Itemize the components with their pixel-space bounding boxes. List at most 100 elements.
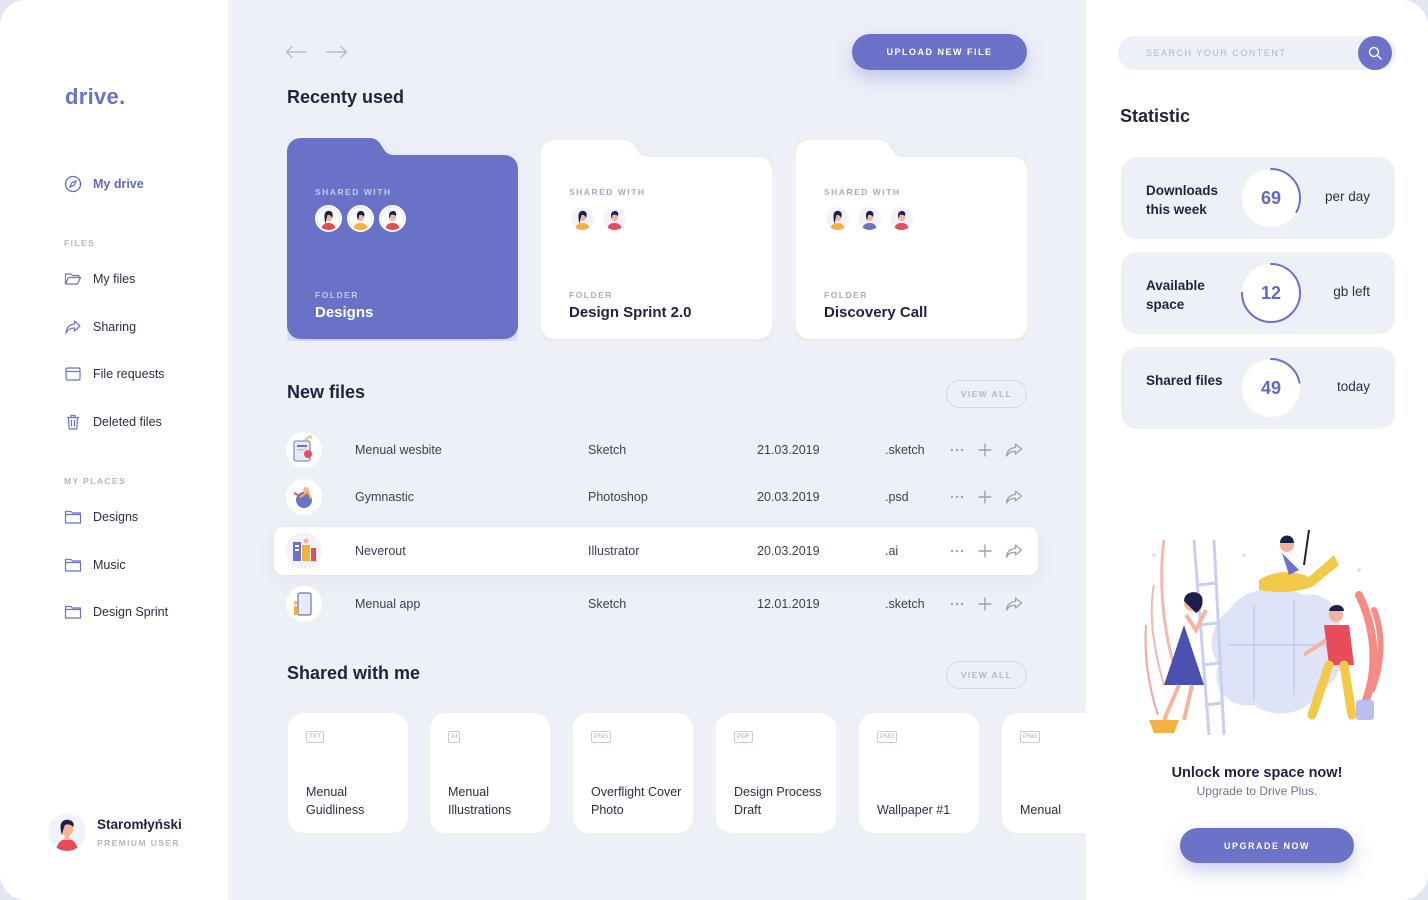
share-icon[interactable] bbox=[1004, 487, 1024, 507]
sidebar-item-sharing[interactable]: Sharing bbox=[64, 316, 136, 338]
file-name: Neverout bbox=[355, 544, 406, 558]
user-profile[interactable]: Staromłyński PREMIUM USER bbox=[48, 813, 182, 851]
search-button[interactable] bbox=[1358, 36, 1392, 70]
shared-file-card[interactable]: AI Menual Illustrations bbox=[430, 713, 550, 833]
share-icon[interactable] bbox=[1004, 541, 1024, 561]
add-icon[interactable] bbox=[975, 487, 995, 507]
shared-file-card[interactable]: TXT Menual Guidliness bbox=[288, 713, 408, 833]
file-type-badge: TXT bbox=[306, 731, 325, 743]
folder-card-designs[interactable]: SHARED WITH FOLDER Designs bbox=[287, 138, 518, 341]
folder-name: Discovery Call bbox=[824, 304, 928, 321]
file-thumbnail bbox=[286, 533, 322, 569]
sidebar-item-label: File requests bbox=[93, 367, 165, 381]
file-name: Gymnastic bbox=[355, 490, 415, 504]
stat-label: Downloads this week bbox=[1146, 183, 1219, 217]
shared-avatars bbox=[315, 205, 411, 232]
search-input[interactable] bbox=[1118, 36, 1396, 70]
file-date: 12.01.2019 bbox=[757, 597, 820, 611]
search-icon bbox=[1368, 46, 1382, 60]
trash-icon bbox=[64, 413, 82, 431]
sidebar-item-file-requests[interactable]: File requests bbox=[64, 363, 165, 385]
more-options-icon[interactable] bbox=[947, 487, 967, 507]
shared-file-title: Menual Guidliness bbox=[306, 785, 365, 817]
upgrade-now-button[interactable]: UPGRADE NOW bbox=[1180, 828, 1354, 863]
sidebar-item-design-sprint[interactable]: Design Sprint bbox=[64, 601, 168, 623]
logo[interactable]: drive. bbox=[65, 84, 126, 110]
places-section-heading: MY PLACES bbox=[64, 476, 127, 486]
shared-file-title: Design Process Draft bbox=[734, 785, 822, 817]
sidebar-item-deleted-files[interactable]: Deleted files bbox=[64, 411, 162, 433]
shared-avatars bbox=[569, 205, 633, 232]
shared-file-card[interactable]: PNG Menual bbox=[1002, 713, 1086, 833]
promo-title: Unlock more space now! bbox=[1171, 765, 1343, 781]
avatar bbox=[347, 205, 374, 232]
table-row[interactable]: Menual app Sketch 12.01.2019 .sketch bbox=[274, 580, 1038, 628]
forward-button[interactable] bbox=[325, 40, 349, 64]
compass-icon bbox=[64, 175, 82, 193]
folder-open-icon bbox=[64, 270, 82, 288]
file-extension: .ai bbox=[885, 544, 899, 558]
shared-file-card[interactable]: PNG Wallpaper #1 bbox=[859, 713, 979, 833]
stat-card-downloads: Downloads this week 69 per day bbox=[1121, 157, 1395, 239]
sidebar-item-designs[interactable]: Designs bbox=[64, 506, 138, 528]
folder-icon bbox=[64, 603, 82, 621]
puzzle-team-illustration bbox=[1144, 529, 1384, 736]
arrow-right-icon bbox=[326, 45, 348, 59]
file-app: Illustrator bbox=[588, 544, 640, 558]
stat-value: 69 bbox=[1260, 187, 1282, 208]
sidebar-item-label: Designs bbox=[93, 510, 139, 524]
sidebar-item-my-drive[interactable]: My drive bbox=[64, 173, 144, 195]
file-app: Sketch bbox=[588, 597, 627, 611]
share-icon[interactable] bbox=[1004, 594, 1024, 614]
add-icon[interactable] bbox=[975, 594, 995, 614]
arrow-left-icon bbox=[285, 45, 307, 59]
folder-name: Designs bbox=[315, 304, 374, 321]
folder-name: Design Sprint 2.0 bbox=[569, 304, 692, 321]
file-type-badge: PNG bbox=[877, 731, 898, 743]
tray-icon bbox=[64, 365, 82, 383]
sidebar: drive. My drive FILES My files Sharing F… bbox=[0, 0, 228, 900]
app-window: drive. My drive FILES My files Sharing F… bbox=[0, 0, 1428, 900]
stat-card-space: Available space 12 gb left bbox=[1121, 252, 1395, 334]
file-extension: .sketch bbox=[885, 597, 925, 611]
stat-unit: today bbox=[1336, 379, 1370, 394]
promo-subtitle: Upgrade to Drive Plus. bbox=[1196, 784, 1318, 798]
right-panel: Statistic Downloads this week 69 per day… bbox=[1086, 0, 1428, 900]
user-name: Staromłyński bbox=[97, 816, 182, 832]
sidebar-item-music[interactable]: Music bbox=[64, 554, 126, 576]
shared-file-card[interactable]: PDF Design Process Draft bbox=[716, 713, 836, 833]
table-row[interactable]: Gymnastic Photoshop 20.03.2019 .psd bbox=[274, 473, 1038, 521]
shared-with-label: SHARED WITH bbox=[824, 187, 901, 197]
table-row[interactable]: Neverout Illustrator 20.03.2019 .ai bbox=[274, 527, 1038, 575]
sidebar-item-label: Music bbox=[93, 558, 126, 572]
file-extension: .sketch bbox=[885, 443, 925, 457]
view-all-shared-button[interactable]: VIEW ALL bbox=[946, 661, 1027, 689]
add-icon[interactable] bbox=[975, 440, 995, 460]
avatar bbox=[379, 205, 406, 232]
back-button[interactable] bbox=[284, 40, 308, 64]
shared-with-label: SHARED WITH bbox=[569, 187, 646, 197]
folder-card-discovery-call[interactable]: SHARED WITH FOLDER Discovery Call bbox=[796, 138, 1027, 341]
table-row[interactable]: Menual wesbite Sketch 21.03.2019 .sketch bbox=[274, 426, 1038, 474]
folder-card-design-sprint[interactable]: SHARED WITH FOLDER Design Sprint 2.0 bbox=[541, 138, 772, 341]
more-options-icon[interactable] bbox=[947, 440, 967, 460]
more-options-icon[interactable] bbox=[947, 594, 967, 614]
files-section-heading: FILES bbox=[64, 238, 96, 248]
sidebar-item-my-files[interactable]: My files bbox=[64, 268, 135, 290]
file-extension: .psd bbox=[885, 490, 909, 504]
avatar bbox=[856, 205, 883, 232]
file-type-badge: AI bbox=[448, 731, 461, 743]
folder-icon bbox=[64, 508, 82, 526]
more-options-icon[interactable] bbox=[947, 541, 967, 561]
recent-section-title: Recenty used bbox=[287, 87, 405, 107]
shared-with-label: SHARED WITH bbox=[315, 187, 392, 197]
statistic-title: Statistic bbox=[1120, 106, 1191, 126]
file-type-badge: PNG bbox=[1020, 731, 1041, 743]
view-all-new-files-button[interactable]: VIEW ALL bbox=[946, 380, 1027, 408]
shared-file-card[interactable]: PNG Overflight Cover Photo bbox=[573, 713, 693, 833]
avatar bbox=[569, 205, 596, 232]
add-icon[interactable] bbox=[975, 541, 995, 561]
stat-value: 49 bbox=[1260, 377, 1282, 398]
share-icon[interactable] bbox=[1004, 440, 1024, 460]
upload-new-file-button[interactable]: UPLOAD NEW FILE bbox=[852, 34, 1027, 70]
